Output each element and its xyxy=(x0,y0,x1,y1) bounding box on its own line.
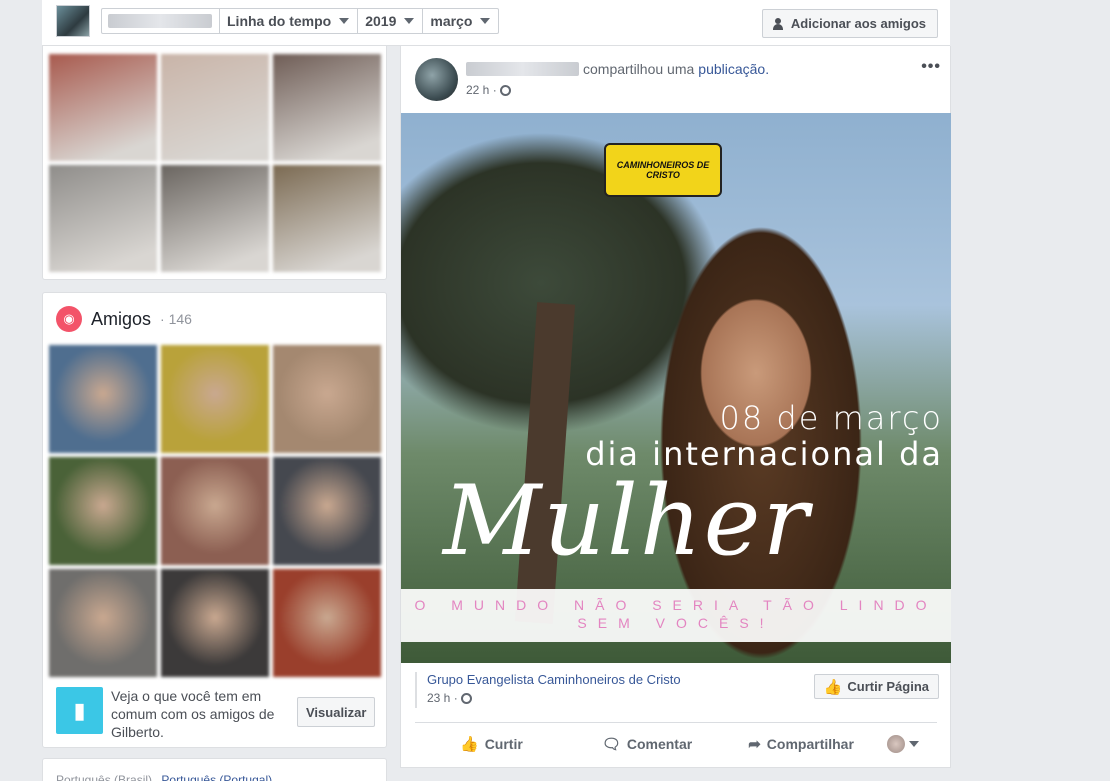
year-dropdown[interactable]: 2019 xyxy=(358,9,424,33)
post-header: compartilhou uma publicação. xyxy=(466,61,769,77)
banner-line-1: O MUNDO NÃO SERIA TÃO LINDO xyxy=(414,597,938,613)
post-action-text: compartilhou uma xyxy=(583,61,695,77)
photo-tile[interactable] xyxy=(273,165,381,272)
chevron-down-icon xyxy=(480,18,491,24)
user-mini-avatar xyxy=(886,735,905,753)
photo-tile[interactable] xyxy=(161,54,269,161)
post-time-text: 22 h · xyxy=(466,83,497,97)
post-timestamp[interactable]: 22 h · xyxy=(466,83,511,97)
like-label: Curtir xyxy=(484,736,523,752)
language-link[interactable]: Português (Portugal) xyxy=(161,773,272,781)
timeline-label: Linha do tempo xyxy=(227,13,332,29)
chevron-down-icon xyxy=(339,18,350,24)
mutual-friends-text: Veja o que você tem em comum com os amig… xyxy=(111,688,275,740)
add-friend-label: Adicionar aos amigos xyxy=(790,16,926,31)
visualize-button[interactable]: Visualizar xyxy=(297,697,376,727)
photo-grid xyxy=(49,54,381,272)
profile-name-blurred[interactable] xyxy=(102,9,220,33)
mutual-friends-prompt: ▮ Veja o que você tem em comum com os am… xyxy=(56,687,376,741)
friends-header[interactable]: ◉ Amigos · 146 xyxy=(56,306,192,332)
speech-bubble-icon: 🗨 xyxy=(601,736,621,753)
friend-tile[interactable] xyxy=(161,457,269,565)
friend-tile[interactable] xyxy=(273,345,381,453)
comment-label: Comentar xyxy=(626,736,693,752)
banner-line-2: SEM VOCÊS! xyxy=(577,615,775,631)
logo-text: CAMINHONEIROS DE CRISTO xyxy=(616,160,710,180)
friend-tile[interactable] xyxy=(49,569,157,677)
timeline-selectors: Linha do tempo 2019 março xyxy=(101,8,500,34)
friends-icon: ◉ xyxy=(56,306,82,332)
globe-icon xyxy=(499,84,511,96)
share-label: Compartilhar xyxy=(766,736,854,752)
share-arrow-icon: ➦ xyxy=(748,736,761,753)
chevron-down-icon xyxy=(908,741,919,747)
photo-tile[interactable] xyxy=(273,54,381,161)
thumbs-up-icon: 👍 xyxy=(460,736,479,753)
photos-card xyxy=(42,46,387,280)
post-actions: 👍 Curtir 🗨 Comentar ➦ Compartilhar xyxy=(415,732,937,756)
caminhoneiros-logo: CAMINHONEIROS DE CRISTO xyxy=(604,143,722,197)
month-label: março xyxy=(430,13,473,29)
globe-icon xyxy=(460,692,472,704)
chevron-down-icon xyxy=(404,18,415,24)
like-button[interactable]: 👍 Curtir xyxy=(460,735,523,753)
image-mulher-text: Mulher xyxy=(443,465,811,577)
like-page-label: Curtir Página xyxy=(847,679,929,694)
actions-divider xyxy=(415,722,937,723)
add-friend-button[interactable]: Adicionar aos amigos xyxy=(761,9,938,38)
poster-avatar[interactable] xyxy=(415,58,458,101)
image-date-text: 08 de março xyxy=(719,399,943,437)
friend-tile[interactable] xyxy=(161,345,269,453)
share-button[interactable]: ➦ Compartilhar xyxy=(748,735,854,753)
thumbs-up-icon: 👍 xyxy=(823,678,843,696)
mutual-friends-icon: ▮ xyxy=(56,687,103,734)
friends-grid xyxy=(49,345,381,677)
friend-tile[interactable] xyxy=(161,569,269,677)
friend-tile[interactable] xyxy=(49,345,157,453)
post-image[interactable]: CAMINHONEIROS DE CRISTO 08 de março dia … xyxy=(401,113,951,663)
photo-tile[interactable] xyxy=(161,165,269,272)
timeline-top-bar: Linha do tempo 2019 março Adicionar aos … xyxy=(42,0,950,46)
language-card: Português (Brasil) Português (Portugal) xyxy=(42,758,387,781)
poster-name-blurred[interactable] xyxy=(466,62,579,76)
post-card: compartilhou uma publicação. 22 h · ••• … xyxy=(400,46,951,768)
photo-tile[interactable] xyxy=(49,165,157,272)
friends-card: ◉ Amigos · 146 ▮ Veja o que você tem em … xyxy=(42,292,387,748)
friend-tile[interactable] xyxy=(273,457,381,565)
friends-count: · 146 xyxy=(160,311,192,327)
add-person-icon xyxy=(772,17,785,30)
friend-tile[interactable] xyxy=(273,569,381,677)
friend-tile[interactable] xyxy=(49,457,157,565)
current-language: Português (Brasil) xyxy=(56,773,153,781)
profile-avatar[interactable] xyxy=(56,5,90,37)
image-banner: O MUNDO NÃO SERIA TÃO LINDO SEM VOCÊS! xyxy=(401,589,951,642)
comment-button[interactable]: 🗨 Comentar xyxy=(602,735,692,753)
friends-title[interactable]: Amigos xyxy=(91,309,151,330)
audience-selector[interactable] xyxy=(886,735,919,753)
shared-time-text: 23 h · xyxy=(427,691,458,705)
publication-link[interactable]: publicação. xyxy=(698,61,769,77)
more-options-icon[interactable]: ••• xyxy=(921,58,941,76)
month-dropdown[interactable]: março xyxy=(423,9,498,33)
photo-tile[interactable] xyxy=(49,54,157,161)
like-page-button[interactable]: 👍 Curtir Página xyxy=(813,674,939,699)
shared-source: Grupo Evangelista Caminhoneiros de Crist… xyxy=(415,672,939,708)
year-label: 2019 xyxy=(365,13,397,29)
timeline-dropdown[interactable]: Linha do tempo xyxy=(220,9,359,33)
